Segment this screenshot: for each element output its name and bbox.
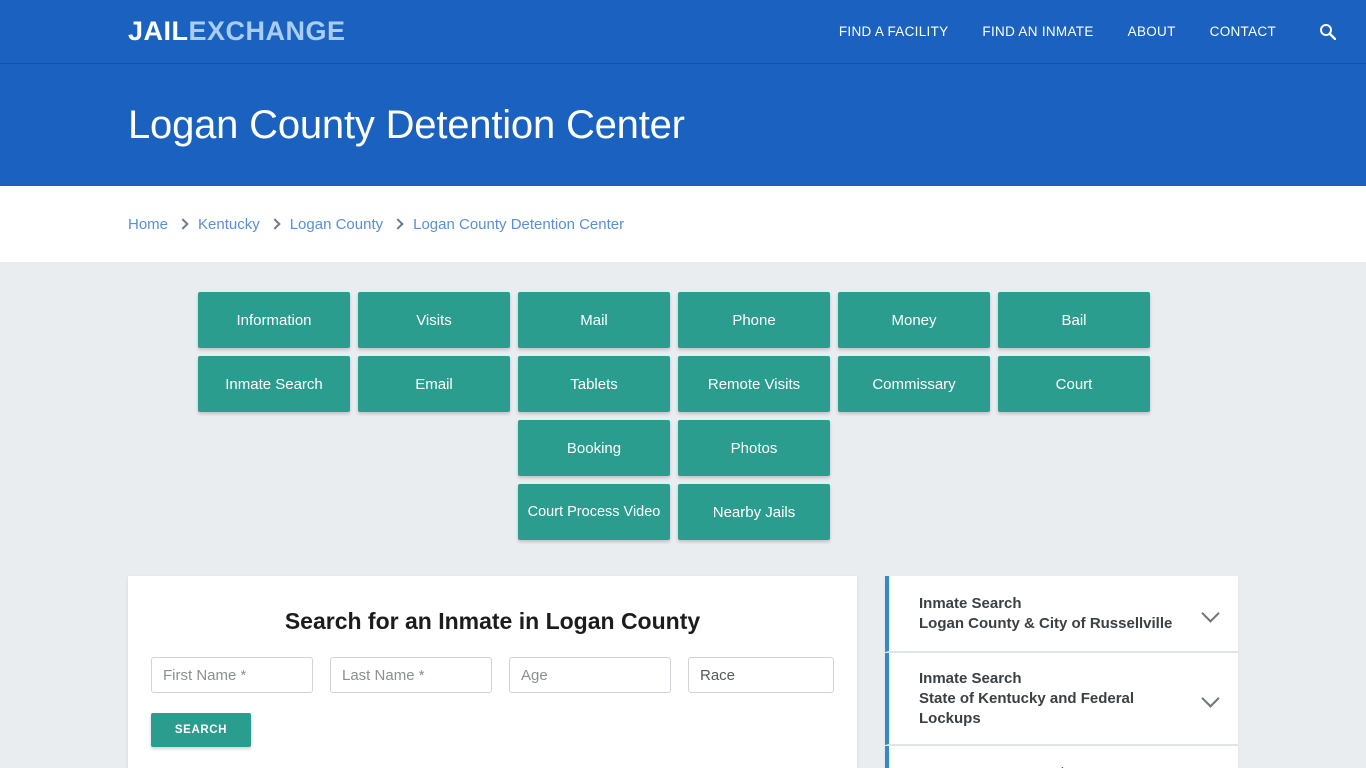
facility-button-nearby-jails[interactable]: Nearby Jails [678,484,830,540]
facility-button-visits[interactable]: Visits [358,292,510,348]
facility-button-commissary[interactable]: Commissary [838,356,990,412]
breadcrumb-bar: Home Kentucky Logan County Logan County … [0,186,1366,262]
accordion-item-line2: Logan County & City of Russellville [919,614,1173,632]
chevron-right-icon [392,218,404,230]
facility-button-inmate-search[interactable]: Inmate Search [198,356,350,412]
accordion-item-inmate-search-state[interactable]: Inmate Search State of Kentucky and Fede… [885,653,1238,746]
breadcrumb-item-current: Logan County Detention Center [413,215,625,233]
accordion-item-text: Inmate Search State of Kentucky and Fede… [919,669,1190,728]
breadcrumb-item-kentucky[interactable]: Kentucky [198,216,260,233]
age-input[interactable] [509,657,671,693]
nav-item-find-an-inmate[interactable]: FIND AN INMATE [982,24,1093,39]
first-name-input[interactable] [151,657,313,693]
accordion-item-text: Logan County Detention Center Contact In… [919,764,1190,768]
facility-button-bail[interactable]: Bail [998,292,1150,348]
facility-button-money[interactable]: Money [838,292,990,348]
accordion-item-line2: State of Kentucky and Federal Lockups [919,689,1135,727]
facility-button-remote-visits[interactable]: Remote Visits [678,356,830,412]
search-button[interactable]: SEARCH [151,713,251,747]
nav-item-find-a-facility[interactable]: FIND A FACILITY [839,24,949,39]
breadcrumb: Home Kentucky Logan County Logan County … [128,216,624,233]
facility-button-phone[interactable]: Phone [678,292,830,348]
inmate-search-title: Search for an Inmate in Logan County [284,608,701,634]
chevron-down-icon[interactable] [1202,605,1220,623]
facility-button-court-process-video[interactable]: Court Process Video [518,484,670,540]
accordion-item-inmate-search-county[interactable]: Inmate Search Logan County & City of Rus… [885,576,1238,652]
page-content: Information Visits Mail Phone Money Bail… [0,262,1366,768]
logo-secondary-text: EXCHANGE [188,16,346,46]
page-hero: Logan County Detention Center [0,64,1366,186]
facility-nav-buttons: Information Visits Mail Phone Money Bail… [128,292,1220,476]
inmate-search-fields: Race [148,657,837,693]
facility-nav-buttons-last-row: Court Process Video Nearby Jails [128,484,1220,540]
facility-button-information[interactable]: Information [198,292,350,348]
last-name-input[interactable] [330,657,492,693]
main-navigation: FIND A FACILITY FIND AN INMATE ABOUT CON… [839,21,1338,43]
nav-item-contact[interactable]: CONTACT [1210,24,1276,39]
chevron-right-icon [177,218,189,230]
site-header: JAILEXCHANGE FIND A FACILITY FIND AN INM… [0,0,1366,64]
facility-button-tablets[interactable]: Tablets [518,356,670,412]
accordion-item-line1: Inmate Search [919,670,1022,687]
lower-content-area: Search for an Inmate in Logan County Rac… [128,576,1238,768]
facility-button-booking[interactable]: Booking [518,420,670,476]
facility-button-mail[interactable]: Mail [518,292,670,348]
logo-primary-text: JAIL [128,16,189,46]
search-icon[interactable] [1316,21,1338,43]
accordion-item-line1: Inmate Search [919,594,1022,612]
chevron-down-icon[interactable] [1202,690,1220,708]
accordion-item-line1: Logan County Detention Center [919,764,1190,768]
site-logo[interactable]: JAILEXCHANGE [128,18,346,45]
main-column: Search for an Inmate in Logan County Rac… [128,576,857,768]
breadcrumb-item-logan-county[interactable]: Logan County [290,216,383,233]
facility-button-email[interactable]: Email [358,356,510,412]
accordion-item-contact-information[interactable]: Logan County Detention Center Contact In… [885,746,1238,768]
nav-item-about[interactable]: ABOUT [1128,24,1176,39]
page-title: Logan County Detention Center [128,102,685,147]
race-select[interactable]: Race [688,657,834,693]
inmate-search-card: Search for an Inmate in Logan County Rac… [128,576,857,768]
chevron-right-icon [269,218,281,230]
breadcrumb-item-home[interactable]: Home [128,216,168,233]
facility-button-court[interactable]: Court [998,356,1150,412]
facility-button-photos[interactable]: Photos [678,420,830,476]
accordion-item-text: Inmate Search Logan County & City of Rus… [919,594,1190,634]
sidebar-accordion: Inmate Search Logan County & City of Rus… [885,576,1238,768]
